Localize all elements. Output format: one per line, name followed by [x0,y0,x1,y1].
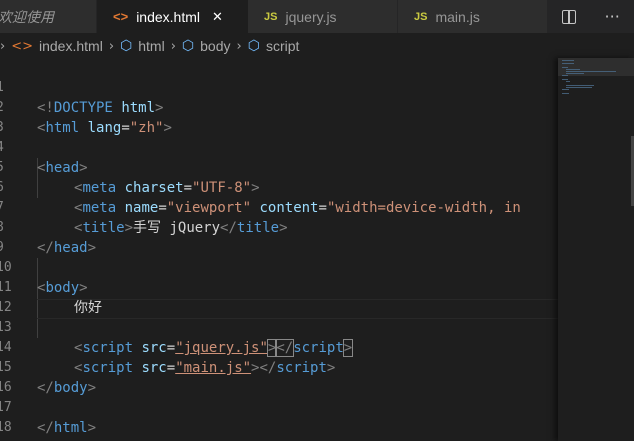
code-editor[interactable]: 1 <!DOCTYPE html> 2 <html lang="zh"> 3 4… [0,58,558,441]
minimap-line [562,75,568,76]
code-line: 14 <script src="main.js"></script> [0,318,558,376]
code-line: 6 <meta name="viewport" content="width=d… [0,158,558,216]
code-line: 10 <body> [0,238,558,296]
code-line: 18 [0,398,558,435]
minimap[interactable] [558,58,634,441]
html-file-icon: <> [113,9,129,24]
code-line: 8 </head> [0,198,558,256]
tab-index-label: index.html [136,8,200,25]
code-line: 7 <title>手写 jQuery</title> [0,178,558,236]
line-number: 18 [0,420,12,435]
breadcrumb-file[interactable]: index.html [39,38,103,54]
tab-welcome-label: 欢迎使用 [0,8,54,25]
more-actions-icon[interactable]: ··· [605,7,620,26]
html-file-icon: <> [11,38,33,54]
code-line: 12 [0,278,558,315]
breadcrumb: › <> index.html › ⬡ html › ⬡ body › ⬡ sc… [0,35,299,57]
minimap-line [562,60,574,61]
symbol-element-icon: ⬡ [181,38,195,54]
code-line: 2 <html lang="zh"> [0,78,558,136]
chevron-right-icon: › [0,38,6,54]
minimap-line [566,81,570,82]
tab-bar: 欢迎使用 <> index.html ✕ JS jquery.js JS mai… [0,0,634,33]
split-editor-icon[interactable] [562,9,577,24]
minimap-line [562,63,574,64]
tab-jquery-js[interactable]: JS jquery.js [248,0,398,33]
symbol-element-icon: ⬡ [247,38,260,54]
minimap-line [562,89,569,90]
minimap-line [566,73,584,74]
code-line: 3 [0,98,558,135]
minimap-line [562,79,568,80]
code-line: 16 [0,358,558,395]
tab-welcome[interactable]: 欢迎使用 [0,0,97,33]
minimap-line [566,71,616,72]
editor-actions: ··· [548,0,634,33]
breadcrumb-script[interactable]: script [266,38,299,54]
tab-jquery-label: jquery.js [285,8,337,25]
code-line: 15 </body> [0,338,558,396]
code-line: 11 你好 [0,258,558,316]
breadcrumb-body[interactable]: body [200,38,230,54]
close-icon[interactable]: ✕ [212,9,223,25]
chevron-right-icon: › [108,38,115,54]
code-line: 13 <script src="jquery.js"></script> [0,298,558,357]
chevron-right-icon: › [236,38,242,54]
code-line: 17 </html> [0,378,558,436]
js-file-icon: JS [264,10,278,23]
tab-index-html[interactable]: <> index.html ✕ [97,0,248,33]
code-line: 9 [0,218,558,255]
tab-main-label: main.js [435,8,480,25]
minimap-line [566,87,592,88]
minimap-line [562,67,568,68]
tab-main-js[interactable]: JS main.js [398,0,548,33]
code-line: 4 <head> [0,118,558,176]
js-file-icon: JS [414,10,428,23]
chevron-right-icon: › [170,38,176,54]
minimap-line [566,85,594,86]
code-line: 5 <meta charset="UTF-8"> [0,138,558,196]
minimap-line [562,93,569,94]
symbol-element-icon: ⬡ [120,38,133,54]
breadcrumb-html[interactable]: html [138,38,164,54]
minimap-line [566,69,580,70]
code-line: 1 <!DOCTYPE html> [0,58,558,116]
